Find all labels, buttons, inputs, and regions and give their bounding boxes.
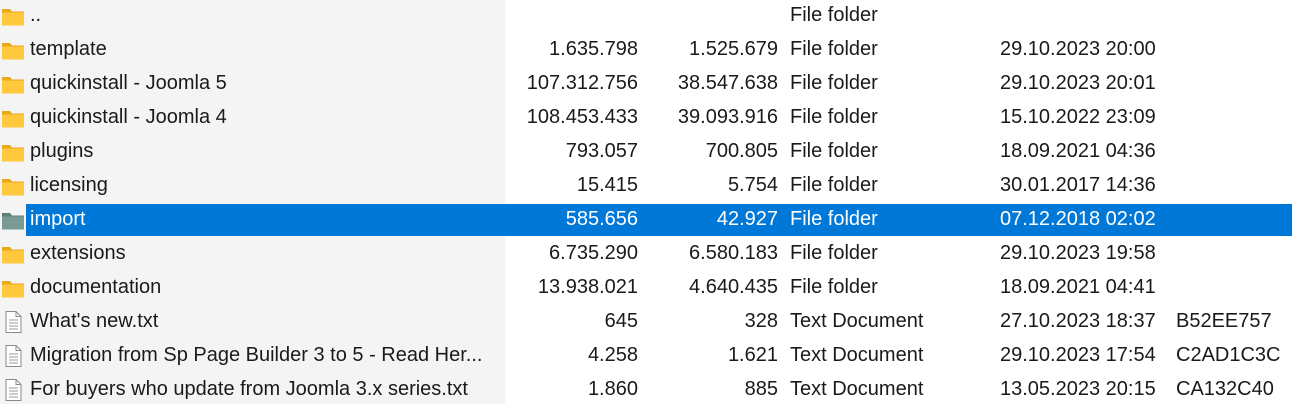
- file-row[interactable]: template 1.635.798 1.525.679 File folder…: [0, 34, 1292, 68]
- file-crc: B52EE757: [1176, 310, 1272, 332]
- folder-icon: [2, 9, 24, 26]
- file-size: 13.938.021: [537, 276, 638, 298]
- file-crc: [1176, 136, 1286, 170]
- file-name: licensing: [30, 174, 108, 196]
- file-modified: 13.05.2023 20:15: [1000, 378, 1156, 400]
- file-name: For buyers who update from Joomla 3.x se…: [30, 378, 468, 400]
- file-name: ..: [30, 4, 42, 26]
- file-size: 108.453.433: [526, 106, 638, 128]
- file-packed-size: 1.525.679: [689, 38, 778, 60]
- folder-icon: [2, 145, 24, 162]
- file-crc: [1176, 238, 1286, 272]
- file-row[interactable]: documentation 13.938.021 4.640.435 File …: [0, 272, 1292, 306]
- file-crc: [1176, 170, 1286, 204]
- text-file-icon: [5, 345, 22, 367]
- file-type: File folder: [790, 38, 878, 60]
- file-modified: 29.10.2023 19:58: [1000, 242, 1156, 264]
- file-row[interactable]: .. File folder: [0, 0, 1292, 34]
- file-type: File folder: [790, 72, 878, 94]
- file-row[interactable]: licensing 15.415 5.754 File folder 30.01…: [0, 170, 1292, 204]
- file-packed-size: 700.805: [705, 140, 778, 162]
- file-name: import: [30, 208, 86, 230]
- file-packed-size: 39.093.916: [677, 106, 778, 128]
- file-type: File folder: [790, 140, 878, 162]
- file-modified: 07.12.2018 02:02: [1000, 208, 1156, 230]
- text-file-icon: [5, 379, 22, 401]
- file-size: 4.258: [587, 344, 638, 366]
- file-size: 6.735.290: [549, 242, 638, 264]
- file-type: Text Document: [790, 378, 924, 400]
- file-packed-size: 38.547.638: [677, 72, 778, 94]
- file-size: 107.312.756: [526, 72, 638, 94]
- folder-icon: [2, 111, 24, 128]
- file-type: File folder: [790, 276, 878, 298]
- text-file-icon: [5, 311, 22, 333]
- file-size: [505, 0, 638, 34]
- file-modified: 27.10.2023 18:37: [1000, 310, 1156, 332]
- folder-icon: [2, 179, 24, 196]
- file-row[interactable]: Migration from Sp Page Builder 3 to 5 - …: [0, 340, 1292, 374]
- file-type: Text Document: [790, 344, 924, 366]
- file-packed-size: 328: [744, 310, 778, 332]
- file-modified: 15.10.2022 23:09: [1000, 106, 1156, 128]
- folder-icon: [2, 281, 24, 298]
- file-crc: CA132C40: [1176, 378, 1274, 400]
- file-packed-size: 885: [744, 378, 778, 400]
- file-row-selected[interactable]: import 585.656 42.927 File folder 07.12.…: [0, 204, 1292, 238]
- file-name: template: [30, 38, 107, 60]
- file-size: 585.656: [565, 208, 638, 230]
- file-type: File folder: [790, 174, 878, 196]
- file-size: 15.415: [576, 174, 638, 196]
- file-type: File folder: [790, 208, 878, 230]
- file-row[interactable]: What's new.txt 645 328 Text Document 27.…: [0, 306, 1292, 340]
- file-type: File folder: [790, 106, 878, 128]
- file-name: quickinstall - Joomla 4: [30, 106, 227, 128]
- folder-icon: [2, 43, 24, 60]
- file-modified: 18.09.2021 04:36: [1000, 140, 1156, 162]
- file-size: 793.057: [565, 140, 638, 162]
- file-packed-size: 5.754: [727, 174, 778, 196]
- file-list: .. File folder template 1.635.798 1.525.…: [0, 0, 1305, 404]
- folder-icon: [2, 247, 24, 264]
- file-crc: [1176, 34, 1286, 68]
- file-row[interactable]: quickinstall - Joomla 4 108.453.433 39.0…: [0, 102, 1292, 136]
- file-packed-size: [640, 0, 778, 34]
- file-modified: 29.10.2023 20:01: [1000, 72, 1156, 94]
- file-size: 1.635.798: [549, 38, 638, 60]
- file-crc: C2AD1C3C: [1176, 344, 1281, 366]
- file-size: 645: [604, 310, 638, 332]
- file-modified: [1000, 0, 1170, 34]
- file-crc: [1176, 272, 1286, 306]
- file-packed-size: 6.580.183: [689, 242, 778, 264]
- file-type: File folder: [790, 242, 878, 264]
- file-row[interactable]: extensions 6.735.290 6.580.183 File fold…: [0, 238, 1292, 272]
- file-name: Migration from Sp Page Builder 3 to 5 - …: [30, 344, 483, 366]
- file-type: Text Document: [790, 310, 924, 332]
- file-type: File folder: [790, 4, 878, 26]
- file-crc: [1176, 204, 1286, 238]
- file-modified: 18.09.2021 04:41: [1000, 276, 1156, 298]
- file-row[interactable]: quickinstall - Joomla 5 107.312.756 38.5…: [0, 68, 1292, 102]
- file-row[interactable]: plugins 793.057 700.805 File folder 18.0…: [0, 136, 1292, 170]
- file-packed-size: 4.640.435: [689, 276, 778, 298]
- file-name: What's new.txt: [30, 310, 159, 332]
- file-modified: 30.01.2017 14:36: [1000, 174, 1156, 196]
- file-name: extensions: [30, 242, 126, 264]
- file-modified: 29.10.2023 20:00: [1000, 38, 1156, 60]
- file-packed-size: 1.621: [727, 344, 778, 366]
- file-name: documentation: [30, 276, 162, 298]
- file-packed-size: 42.927: [716, 208, 778, 230]
- file-size: 1.860: [587, 378, 638, 400]
- file-name: plugins: [30, 140, 94, 162]
- file-row[interactable]: For buyers who update from Joomla 3.x se…: [0, 374, 1292, 404]
- file-crc: [1176, 68, 1286, 102]
- file-modified: 29.10.2023 17:54: [1000, 344, 1156, 366]
- file-crc: [1176, 0, 1286, 34]
- folder-icon: [2, 77, 24, 94]
- file-name: quickinstall - Joomla 5: [30, 72, 227, 94]
- folder-icon: [2, 213, 24, 230]
- file-crc: [1176, 102, 1286, 136]
